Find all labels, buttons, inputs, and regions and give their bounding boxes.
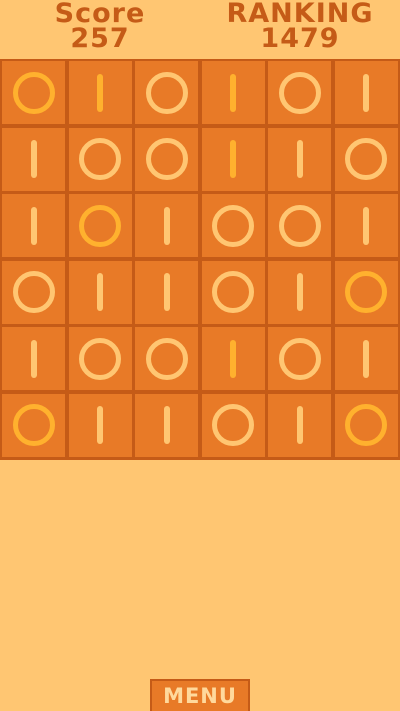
zero-icon	[79, 138, 121, 180]
one-icon	[296, 273, 303, 311]
board-cell[interactable]	[334, 61, 398, 124]
ranking-display: RANKING 1479	[215, 0, 385, 53]
board-cell[interactable]	[334, 393, 398, 457]
zero-icon	[12, 271, 55, 313]
zero-icon	[12, 71, 55, 114]
board-cell[interactable]	[334, 127, 398, 191]
zero-icon	[145, 138, 188, 180]
zero-icon	[278, 337, 321, 380]
board-cell[interactable]	[334, 260, 398, 324]
one-icon	[230, 140, 236, 178]
zero-icon	[278, 71, 321, 114]
zero-icon	[345, 271, 387, 313]
score-display: Score 257	[30, 0, 170, 53]
board-cell[interactable]	[68, 260, 132, 324]
one-icon	[230, 339, 236, 378]
board-cell[interactable]	[68, 327, 132, 390]
one-icon	[163, 273, 170, 311]
zero-icon	[145, 71, 188, 114]
board-cell[interactable]	[68, 127, 132, 191]
ranking-value: 1479	[260, 23, 340, 54]
board-cell[interactable]	[135, 260, 198, 324]
board-cell[interactable]	[135, 393, 198, 457]
board-cell[interactable]	[2, 393, 65, 457]
one-icon	[97, 273, 103, 311]
one-icon	[296, 140, 303, 178]
menu-button[interactable]: MENU	[150, 679, 250, 711]
board-cell[interactable]	[268, 260, 331, 324]
board-cell[interactable]	[68, 61, 132, 124]
one-icon	[97, 406, 103, 444]
game-board	[0, 59, 400, 460]
zero-icon	[212, 404, 254, 446]
zero-icon	[79, 204, 121, 247]
zero-icon	[145, 337, 188, 380]
one-icon	[363, 339, 369, 378]
one-icon	[163, 206, 170, 245]
board-cell[interactable]	[268, 194, 331, 257]
board-cell[interactable]	[68, 194, 132, 257]
zero-icon	[212, 204, 254, 247]
board-cell[interactable]	[2, 61, 65, 124]
board-cell[interactable]	[2, 327, 65, 390]
board-cell[interactable]	[201, 327, 265, 390]
board-cell[interactable]	[201, 127, 265, 191]
board-cell[interactable]	[268, 61, 331, 124]
one-icon	[363, 73, 369, 112]
one-icon	[30, 140, 37, 178]
zero-icon	[345, 404, 387, 446]
board-cell[interactable]	[201, 393, 265, 457]
board-cell[interactable]	[135, 61, 198, 124]
one-icon	[163, 406, 170, 444]
score-value: 257	[70, 23, 130, 54]
one-icon	[30, 339, 37, 378]
board-cell[interactable]	[268, 127, 331, 191]
zero-icon	[212, 271, 254, 313]
board-cell[interactable]	[201, 260, 265, 324]
board-cell[interactable]	[334, 194, 398, 257]
zero-icon	[278, 204, 321, 247]
board-cell[interactable]	[135, 194, 198, 257]
board-cell[interactable]	[68, 393, 132, 457]
board-cell[interactable]	[334, 327, 398, 390]
board-cell[interactable]	[201, 194, 265, 257]
board-cell[interactable]	[201, 61, 265, 124]
board-cell[interactable]	[2, 260, 65, 324]
one-icon	[296, 406, 303, 444]
board-cell[interactable]	[2, 127, 65, 191]
zero-icon	[345, 138, 387, 180]
board-cell[interactable]	[2, 194, 65, 257]
board-cell[interactable]	[268, 327, 331, 390]
board-cell[interactable]	[268, 393, 331, 457]
board-cell[interactable]	[135, 127, 198, 191]
one-icon	[97, 73, 103, 112]
one-icon	[30, 206, 37, 245]
zero-icon	[79, 337, 121, 380]
one-icon	[363, 206, 369, 245]
zero-icon	[12, 404, 55, 446]
one-icon	[230, 73, 236, 112]
board-cell[interactable]	[135, 327, 198, 390]
